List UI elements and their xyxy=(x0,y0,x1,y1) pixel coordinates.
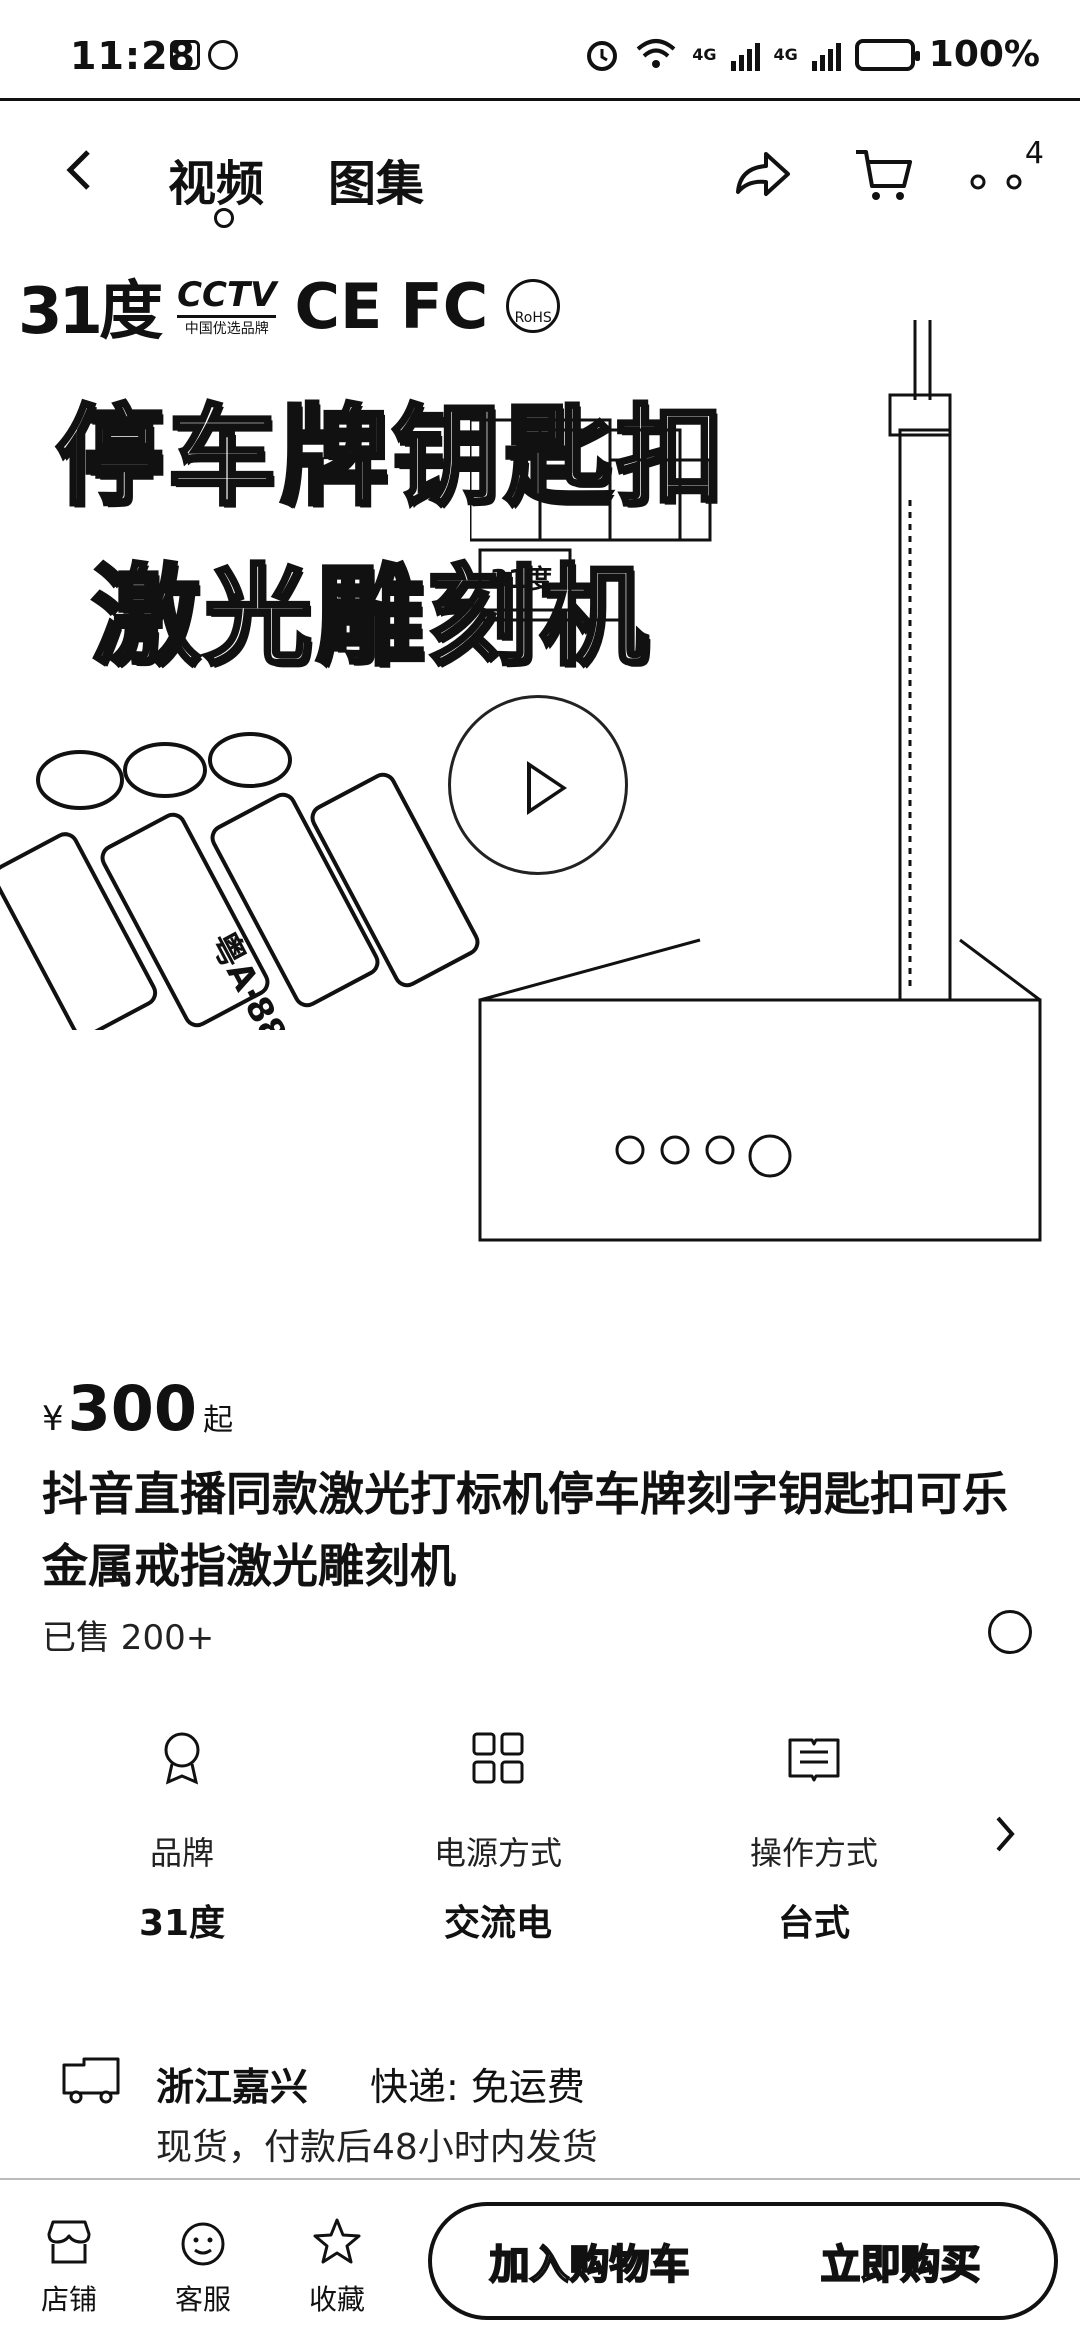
bottom-action-bar: 店铺 客服 收藏 加入购物车 立即购买 xyxy=(0,2178,1080,2342)
star-icon xyxy=(313,2218,361,2264)
attribute-value: 台式 xyxy=(777,1903,850,1944)
cctv-logo-text: CCTV xyxy=(177,275,277,318)
product-hero-image[interactable]: 31度 CCTV 中国优选品牌 CE FC RoHS 停车牌钥匙扣 激光雕刻机 … xyxy=(0,240,1080,1330)
play-video-button[interactable] xyxy=(448,695,628,875)
truck-icon xyxy=(62,2057,120,2104)
top-nav: 视频 图集 4 xyxy=(0,100,1080,240)
shipping-origin: 浙江嘉兴 xyxy=(156,2065,309,2109)
signal-icon xyxy=(730,39,760,71)
customer-service-label: 客服 xyxy=(174,2283,231,2316)
chat-icon xyxy=(208,40,238,70)
tab-gallery[interactable]: 图集 xyxy=(328,144,424,214)
back-arrow-icon[interactable] xyxy=(52,142,108,198)
attribute-label: 操作方式 xyxy=(749,1834,878,1872)
price: ¥ 300 起 xyxy=(42,1372,233,1445)
cart-badge: 4 xyxy=(1024,136,1044,171)
attribute-brand[interactable]: 品牌 31度 xyxy=(72,1728,292,1946)
ce-mark: CE xyxy=(294,269,383,343)
seller-avatar[interactable] xyxy=(988,1610,1032,1654)
active-tab-indicator xyxy=(214,208,234,228)
chevron-right-icon[interactable] xyxy=(990,1812,1020,1856)
signal-icon-2 xyxy=(811,39,841,71)
shipping-note: 现货，付款后48小时内发货 xyxy=(156,2127,598,2168)
notification-icon xyxy=(170,40,200,70)
status-indicators: 4G 4G 100% xyxy=(584,34,1040,75)
smile-icon xyxy=(181,2222,225,2266)
cctv-logo: CCTV 中国优选品牌 xyxy=(177,275,277,338)
battery-icon xyxy=(854,38,920,71)
attribute-label: 电源方式 xyxy=(433,1834,562,1872)
status-bar: 11:28 4G 4G 100% xyxy=(0,0,1080,101)
attribute-operation[interactable]: 操作方式 台式 xyxy=(704,1728,924,1946)
shop-button[interactable]: 店铺 xyxy=(14,2216,124,2318)
purchase-actions: 加入购物车 立即购买 xyxy=(428,2202,1058,2320)
product-title: 抖音直播同款激光打标机停车牌刻字钥匙扣可乐金属戒指激光雕刻机 xyxy=(42,1467,1008,1593)
price-value: 300 xyxy=(67,1372,198,1445)
cctv-logo-subtitle: 中国优选品牌 xyxy=(184,320,269,337)
price-suffix: 起 xyxy=(203,1403,234,1438)
add-to-cart-button[interactable]: 加入购物车 xyxy=(432,2206,747,2316)
favorite-button[interactable]: 收藏 xyxy=(282,2216,392,2318)
machine-brand-label: 31度 xyxy=(490,564,552,595)
share-icon[interactable] xyxy=(730,142,794,206)
grid-icon xyxy=(472,1732,524,1784)
medal-icon xyxy=(164,1732,200,1785)
more-icon[interactable] xyxy=(964,142,1028,206)
tab-video[interactable]: 视频 xyxy=(168,144,264,214)
sold-count: 已售 200+ xyxy=(42,1618,215,1658)
attribute-power[interactable]: 电源方式 交流电 xyxy=(388,1728,608,1946)
brand-logo: 31度 xyxy=(18,275,163,349)
attribute-label: 品牌 xyxy=(149,1834,214,1872)
cart-icon[interactable] xyxy=(852,142,916,206)
store-icon xyxy=(47,2220,91,2264)
shop-label: 店铺 xyxy=(40,2283,97,2316)
shipping-fee: 快递: 免运费 xyxy=(370,2065,585,2109)
network-type-label-2: 4G xyxy=(773,45,798,64)
book-icon xyxy=(788,1738,840,1782)
customer-service-button[interactable]: 客服 xyxy=(148,2216,258,2318)
battery-percent: 100% xyxy=(928,34,1040,75)
attribute-value: 交流电 xyxy=(443,1903,552,1944)
buy-now-button[interactable]: 立即购买 xyxy=(747,2206,1054,2316)
attribute-value: 31度 xyxy=(138,1903,226,1944)
favorite-label: 收藏 xyxy=(308,2283,365,2316)
alarm-icon xyxy=(587,40,618,71)
network-type-label: 4G xyxy=(692,45,717,64)
price-currency: ¥ xyxy=(42,1399,64,1439)
wifi-icon xyxy=(636,38,676,68)
